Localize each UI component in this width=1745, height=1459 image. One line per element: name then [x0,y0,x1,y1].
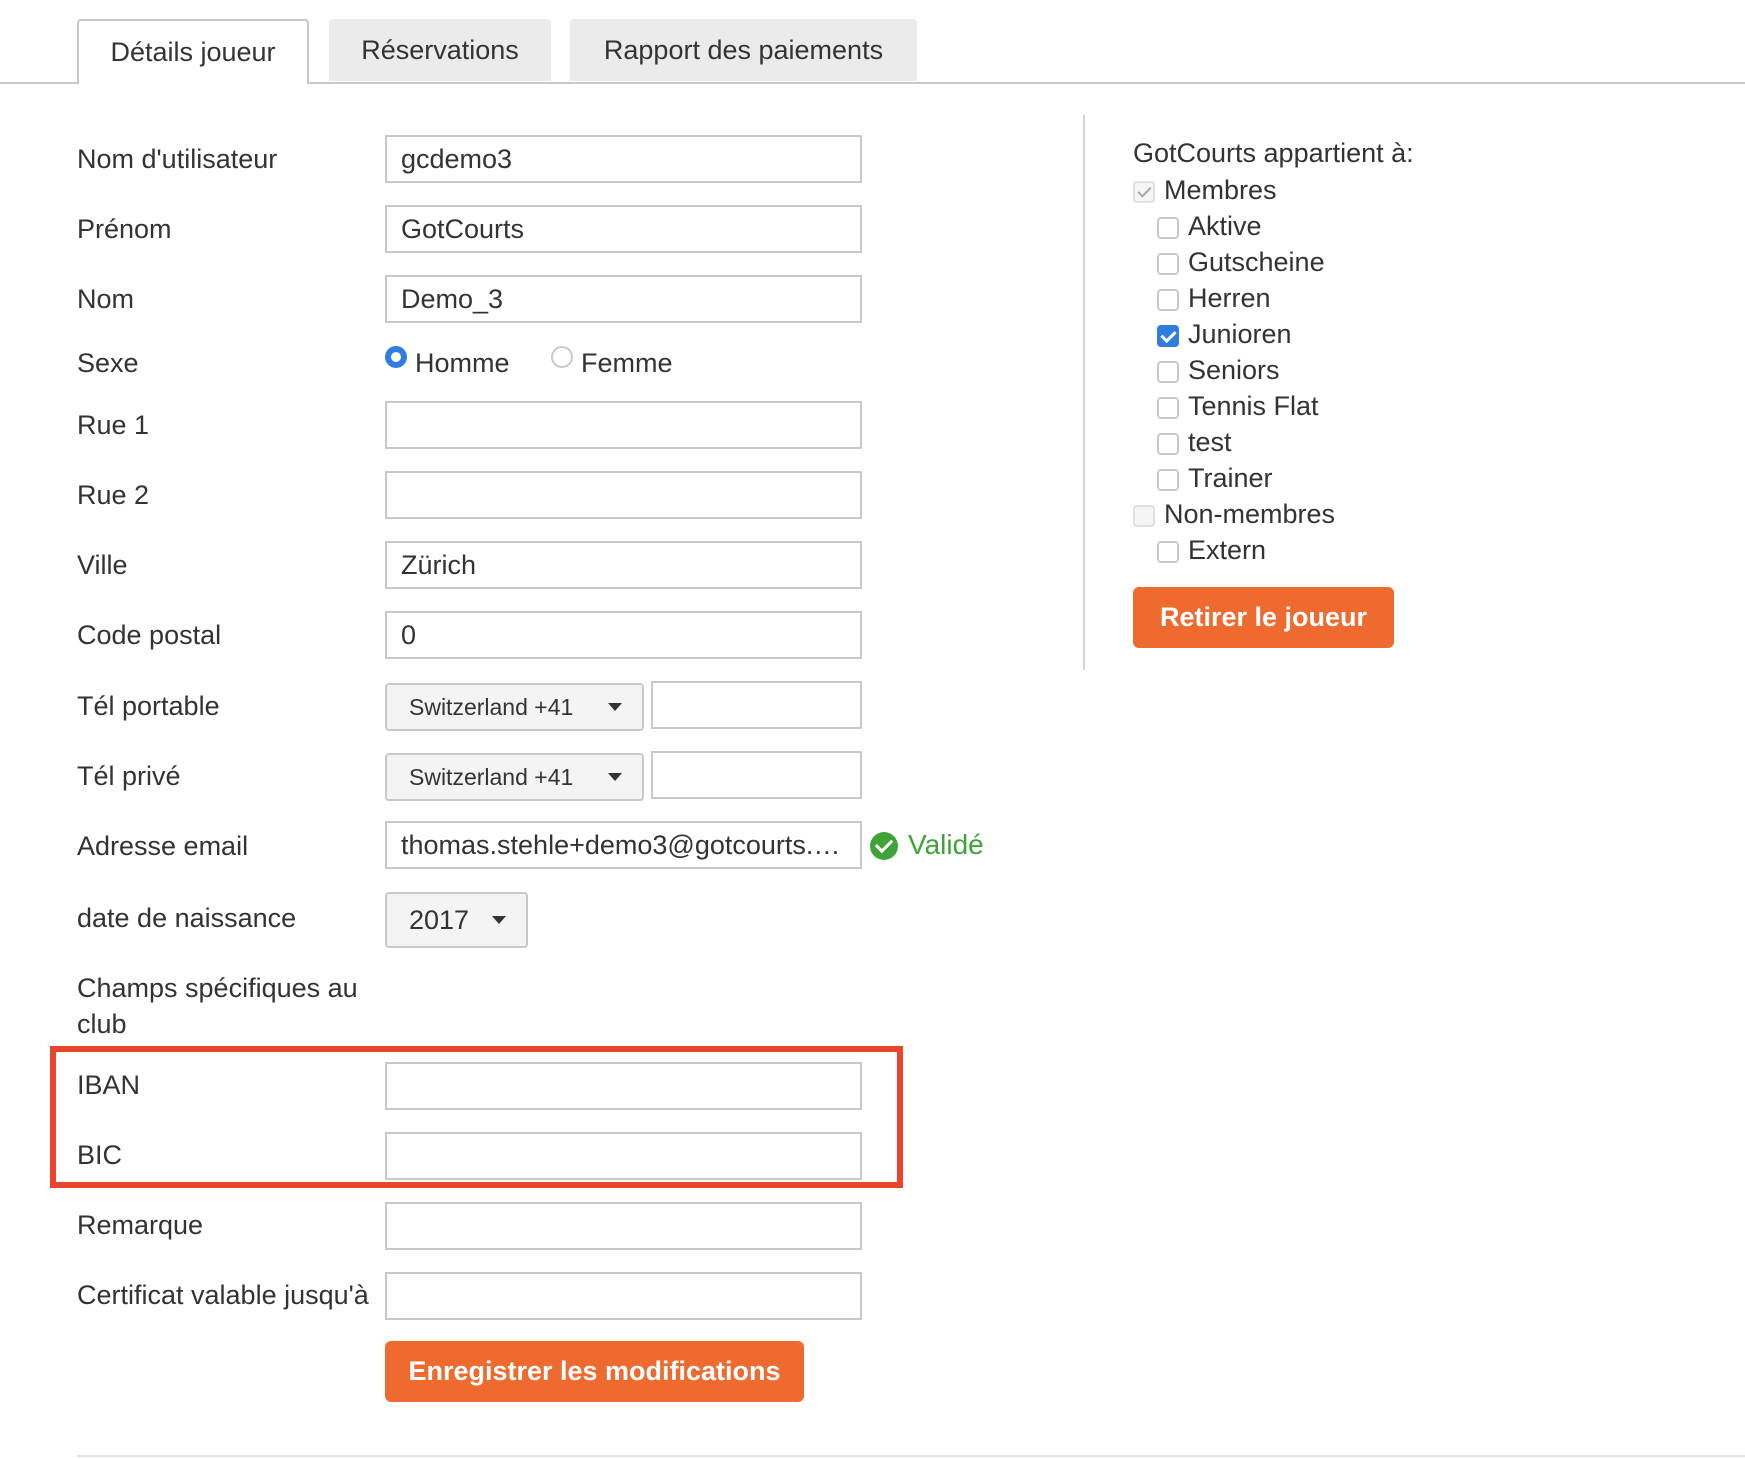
column-divider [1083,115,1085,670]
checkbox-label: Junioren [1188,319,1292,349]
lastname-input[interactable]: Demo_3 [385,275,862,323]
street2-label: Rue 2 [77,480,150,510]
gender-female-label: Femme [581,348,673,378]
checkbox-test[interactable] [1157,433,1179,455]
phone-country-select[interactable]: Switzerland +41 [385,753,644,801]
tab-reservations[interactable]: Réservations [329,19,551,81]
checkbox-junioren[interactable] [1157,325,1179,347]
tab-player-details[interactable]: Détails joueur [77,19,309,84]
birth-year-select[interactable]: 2017 [385,892,528,948]
bottom-divider [77,1455,1745,1457]
email-status: Validé [908,829,984,860]
gender-label: Sexe [77,348,139,378]
street1-input[interactable] [385,401,862,449]
username-input[interactable]: gcdemo3 [385,135,862,183]
club-fields-heading: Champs spécifiques au club [77,973,358,1039]
checkbox-seniors[interactable] [1157,361,1179,383]
checkbox-aktive[interactable] [1157,217,1179,239]
street2-input[interactable] [385,471,862,519]
username-label: Nom d'utilisateur [77,144,278,174]
groups-title: GotCourts appartient à: [1133,138,1414,168]
checkbox-label: Tennis Flat [1188,391,1319,421]
email-label: Adresse email [77,831,249,861]
checkbox-label: Membres [1164,175,1277,205]
checkbox-membres [1133,181,1155,203]
checkbox-non-membres [1133,505,1155,527]
save-button[interactable]: Enregistrer les modifications [385,1341,804,1402]
phone-country-value: Switzerland +41 [409,763,574,790]
checkbox-label: Extern [1188,535,1267,565]
gender-female-radio[interactable] [551,346,573,368]
birth-year-value: 2017 [409,904,470,935]
city-input[interactable]: Zürich [385,541,862,589]
chevron-down-icon [608,703,622,711]
tab-bar: Détails joueur Réservations Rapport des … [0,0,1745,84]
phone-number-input[interactable] [651,751,862,799]
gender-male-label: Homme [415,348,510,378]
zip-input[interactable]: 0 [385,611,862,659]
mobile-country-select[interactable]: Switzerland +41 [385,683,644,731]
checkbox-herren[interactable] [1157,289,1179,311]
remark-label: Remarque [77,1210,204,1240]
mobile-label: Tél portable [77,691,220,721]
certificate-input[interactable] [385,1272,862,1320]
birthdate-label: date de naissance [77,903,297,933]
certificate-label: Certificat valable jusqu'à [77,1280,369,1310]
checkbox-label: Seniors [1188,355,1280,385]
zip-label: Code postal [77,620,222,650]
lastname-label: Nom [77,284,135,314]
city-label: Ville [77,550,128,580]
checkbox-trainer[interactable] [1157,469,1179,491]
email-input[interactable]: thomas.stehle+demo3@gotcourts.com [385,821,862,869]
tab-label: Rapport des paiements [603,34,884,65]
firstname-label: Prénom [77,214,172,244]
mobile-country-value: Switzerland +41 [409,693,574,720]
checkbox-tennis-flat[interactable] [1157,397,1179,419]
street1-label: Rue 1 [77,410,150,440]
checkbox-label: Trainer [1188,463,1273,493]
phone-label: Tél privé [77,761,181,791]
remark-input[interactable] [385,1202,862,1250]
checkbox-label: Non-membres [1164,499,1336,529]
mobile-number-input[interactable] [651,681,862,729]
checkbox-label: test [1188,427,1232,457]
chevron-down-icon [492,916,506,924]
checkbox-gutscheine[interactable] [1157,253,1179,275]
remove-player-button[interactable]: Retirer le joueur [1133,587,1394,648]
check-circle-icon [870,832,898,860]
firstname-input[interactable]: GotCourts [385,205,862,253]
tab-label: Détails joueur [110,37,276,67]
gender-male-radio[interactable] [385,346,407,368]
tab-payment-report[interactable]: Rapport des paiements [570,19,917,81]
checkbox-label: Herren [1188,283,1271,313]
chevron-down-icon [608,773,622,781]
checkbox-label: Gutscheine [1188,247,1325,277]
highlight-box [50,1046,903,1188]
tab-label: Réservations [361,34,519,65]
checkbox-extern[interactable] [1157,541,1179,563]
checkbox-label: Aktive [1188,211,1262,241]
